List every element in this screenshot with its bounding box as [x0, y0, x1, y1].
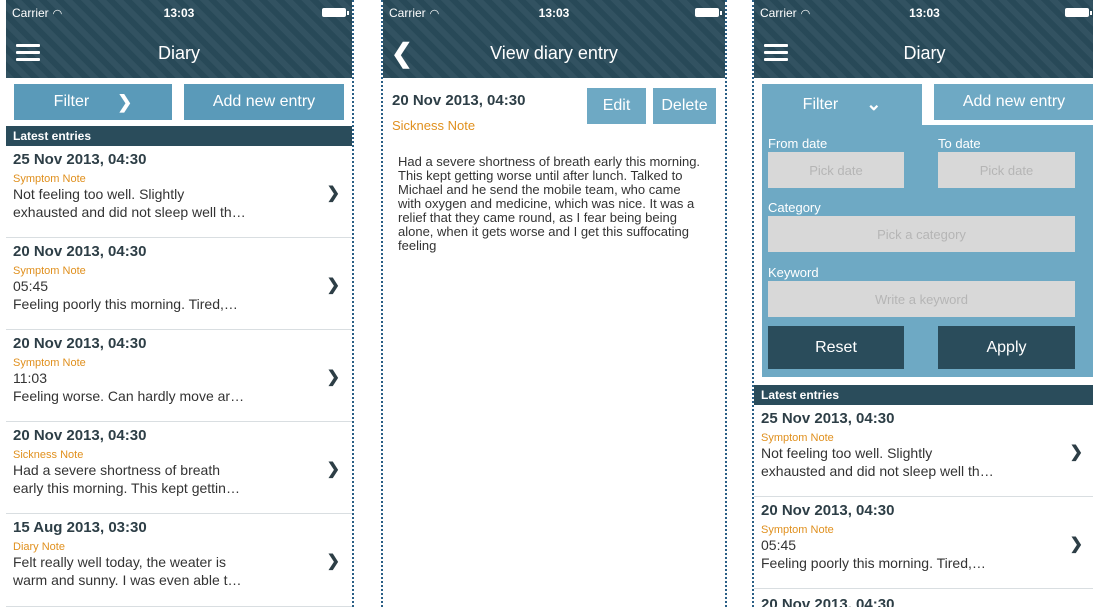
list-item[interactable]: 20 Nov 2013, 04:30 Symptom Note 05:45 Fe… [6, 238, 352, 330]
diary-screen-filter-open: Carrier ◠ 13:03 Diary Filter ⌄ Add new en… [752, 0, 1093, 607]
entry-category: Sickness Note [392, 118, 476, 133]
entry-text-line1: 11:03 [13, 370, 47, 386]
nav-header: Carrier ◠ 13:03 Diary [6, 0, 352, 78]
entry-text-line1: 05:45 [13, 278, 49, 294]
category-picker[interactable]: Pick a category [768, 216, 1075, 252]
entry-date: 20 Nov 2013, 04:30 [761, 502, 895, 519]
entry-text-line2: warm and sunny. I was even able t… [13, 572, 242, 588]
add-new-entry-button[interactable]: Add new entry [934, 84, 1093, 120]
entry-category: Symptom Note [13, 265, 86, 277]
entry-category: Symptom Note [761, 432, 834, 444]
entry-date: 25 Nov 2013, 04:30 [13, 151, 147, 168]
filter-button[interactable]: Filter ⌄ [762, 84, 922, 125]
clock: 13:03 [538, 6, 570, 20]
filter-button[interactable]: Filter ❯ [14, 84, 172, 120]
chevron-right-icon: ❯ [117, 91, 133, 112]
chevron-down-icon: ⌄ [866, 94, 882, 114]
page-title: View diary entry [490, 43, 618, 63]
chevron-right-icon: ❯ [326, 461, 340, 478]
category-label: Category [768, 200, 821, 215]
entry-category: Symptom Note [761, 524, 834, 536]
entry-date: 20 Nov 2013, 04:30 [392, 92, 526, 109]
list-item[interactable]: 20 Nov 2013, 04:30 Symptom Note 11:03 Fe… [6, 330, 352, 422]
chevron-right-icon: ❯ [326, 553, 340, 570]
add-new-entry-button[interactable]: Add new entry [184, 84, 344, 120]
entry-category: Diary Note [13, 541, 65, 553]
list-item[interactable]: 20 Nov 2013, 04:30 [754, 589, 1093, 607]
apply-button[interactable]: Apply [938, 326, 1075, 369]
filter-label: Filter [802, 95, 839, 113]
status-bar: Carrier ◠ 13:03 [12, 6, 349, 20]
entry-body-text: Had a severe shortness of breath early t… [398, 154, 701, 253]
entry-text-line2: Feeling poorly this morning. Tired,… [13, 296, 238, 312]
diary-screen-list: Carrier ◠ 13:03 Diary Filter ❯ Add new en… [6, 0, 354, 607]
entry-text-line1: 05:45 [761, 537, 797, 553]
list-item[interactable]: 20 Nov 2013, 04:30 Symptom Note 05:45 Fe… [754, 497, 1093, 589]
entry-date: 20 Nov 2013, 04:30 [761, 596, 895, 607]
list-item[interactable]: 25 Nov 2013, 04:30 Symptom Note Not feel… [6, 146, 352, 238]
entry-text-line2: Feeling poorly this morning. Tired,… [761, 555, 986, 571]
status-bar: Carrier ◠ 13:03 [760, 6, 1092, 20]
page-title: Diary [157, 43, 200, 63]
keyword-label: Keyword [768, 265, 819, 280]
from-date-field[interactable]: Pick date [768, 152, 904, 188]
edit-button[interactable]: Edit [587, 88, 646, 124]
battery-icon [1065, 8, 1092, 17]
chevron-right-icon: ❯ [326, 185, 340, 202]
chevron-right-icon: ❯ [326, 369, 340, 386]
entry-date: 20 Nov 2013, 04:30 [13, 335, 147, 352]
battery-icon [695, 8, 722, 17]
entry-text-line1: Not feeling too well. Slightly [761, 445, 933, 461]
nav-header: Carrier ◠ 13:03 ❮ View diary entry [383, 0, 725, 78]
entry-text-line1: Felt really well today, the weater is [13, 554, 226, 570]
to-date-label: To date [938, 136, 981, 151]
chevron-right-icon: ❯ [326, 277, 340, 294]
entry-category: Symptom Note [13, 173, 86, 185]
entry-category: Sickness Note [13, 449, 84, 461]
clock: 13:03 [909, 6, 940, 20]
nav-header: Carrier ◠ 13:03 Diary [754, 0, 1093, 78]
entry-text-line2: early this morning. This kept gettin… [13, 480, 240, 496]
from-date-label: From date [768, 136, 828, 151]
reset-button[interactable]: Reset [768, 326, 904, 369]
section-header: Latest entries [754, 385, 1093, 405]
filter-panel: From date To date Pick date Pick date Ca… [762, 125, 1093, 377]
page-title: Diary [903, 43, 946, 63]
list-item[interactable]: 25 Nov 2013, 04:30 Symptom Note Not feel… [754, 405, 1093, 497]
entry-text-line2: exhausted and did not sleep well th… [13, 204, 246, 220]
entry-text-line1: Not feeling too well. Slightly [13, 186, 185, 202]
keyword-input[interactable]: Write a keyword [768, 281, 1075, 317]
list-item[interactable]: 20 Nov 2013, 04:30 Sickness Note Had a s… [6, 422, 352, 514]
view-diary-entry-screen: Carrier ◠ 13:03 ❮ View diary entry 20 Nov… [381, 0, 727, 607]
entry-date: 15 Aug 2013, 03:30 [13, 519, 147, 536]
chevron-right-icon: ❯ [1069, 536, 1083, 553]
entry-category: Symptom Note [13, 357, 86, 369]
filter-label: Filter [53, 93, 90, 110]
section-header: Latest entries [6, 126, 352, 146]
entry-date: 20 Nov 2013, 04:30 [13, 243, 147, 260]
entry-text-line2: Feeling worse. Can hardly move ar… [13, 388, 245, 404]
entry-text-line2: exhausted and did not sleep well th… [761, 463, 994, 479]
entry-text-line1: Had a severe shortness of breath [13, 462, 221, 478]
delete-button[interactable]: Delete [653, 88, 716, 124]
entry-date: 20 Nov 2013, 04:30 [13, 427, 147, 444]
list-item[interactable]: 15 Aug 2013, 03:30 Diary Note Felt reall… [6, 514, 352, 607]
entry-date: 25 Nov 2013, 04:30 [761, 410, 895, 427]
chevron-right-icon: ❯ [1069, 444, 1083, 461]
battery-icon [322, 8, 349, 17]
clock: 13:03 [163, 6, 195, 20]
status-bar: Carrier ◠ 13:03 [389, 6, 722, 20]
to-date-field[interactable]: Pick date [938, 152, 1075, 188]
